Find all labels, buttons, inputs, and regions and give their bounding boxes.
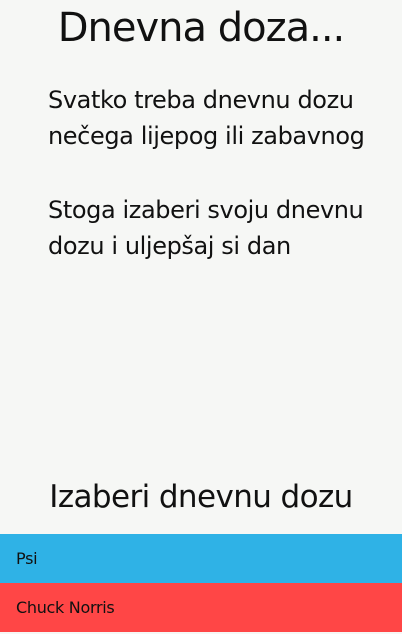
page-title: Dnevna doza... [57, 5, 346, 51]
option-psi-label: Psi [16, 549, 38, 568]
dose-options-list: Psi Chuck Norris [0, 534, 402, 632]
intro-paragraph-1: Svatko treba dnevnu dozu nečega lijepog … [48, 86, 365, 150]
intro-paragraph-2: Stoga izaberi svoju dnevnu dozu i uljepš… [48, 196, 364, 260]
option-psi-button[interactable]: Psi [0, 534, 402, 583]
choose-dose-heading: Izaberi dnevnu dozu [49, 479, 353, 515]
intro-text: Svatko treba dnevnu dozu nečega lijepog … [48, 82, 378, 264]
option-chuck-norris-button[interactable]: Chuck Norris [0, 583, 402, 632]
option-chuck-norris-label: Chuck Norris [16, 598, 115, 617]
